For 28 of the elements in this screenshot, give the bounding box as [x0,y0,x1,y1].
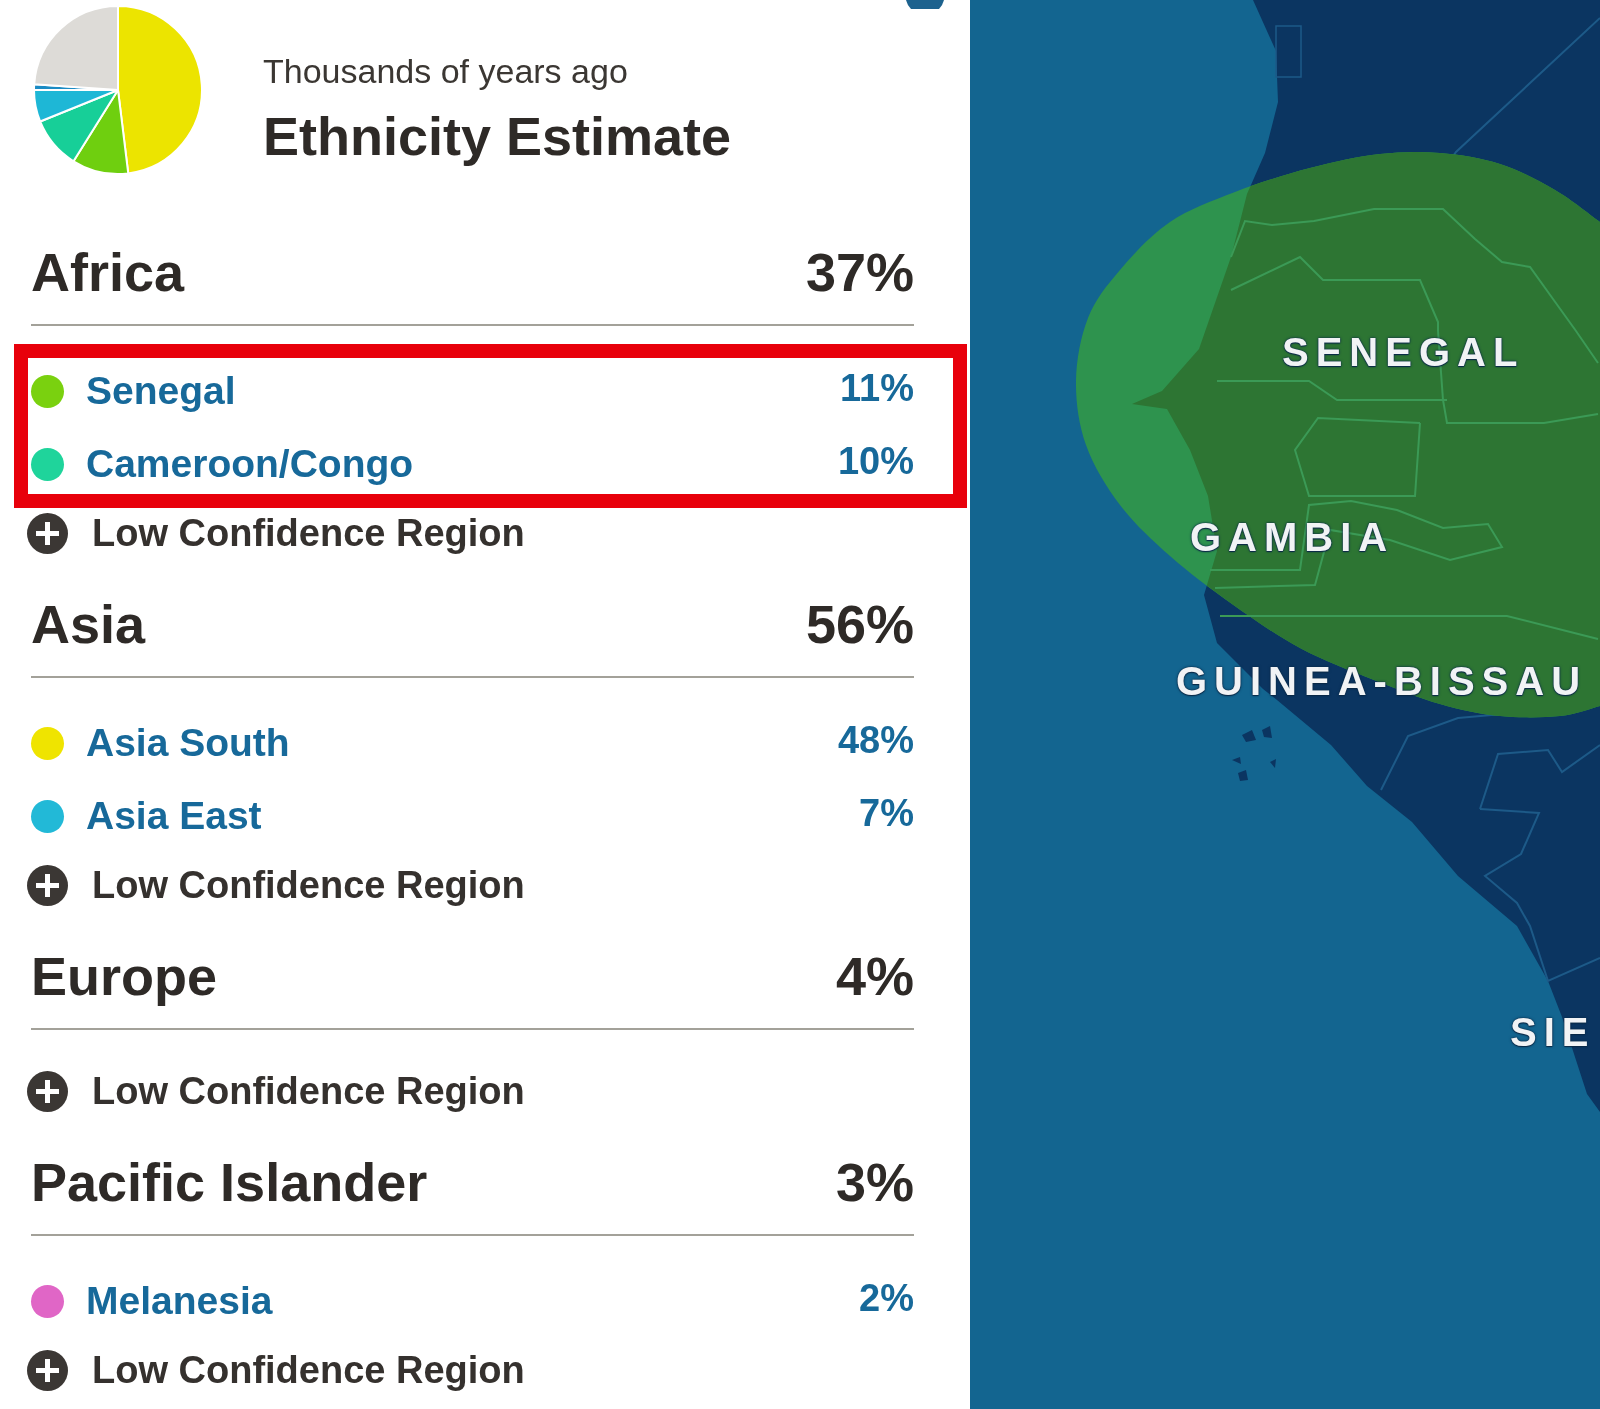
continent-name: Asia [31,593,146,656]
low-confidence-button[interactable]: Low Confidence Region [27,1065,525,1117]
map-label: SENEGAL [1282,332,1525,372]
region-link[interactable]: Cameroon/Congo [86,440,414,488]
region-link[interactable]: Asia East [86,792,262,840]
region-link[interactable]: Melanesia [86,1277,273,1325]
low-confidence-button[interactable]: Low Confidence Region [27,859,525,911]
continent-percent: 4% [835,945,914,1008]
region-percent: 2% [859,1276,914,1321]
region-percent: 7% [859,791,914,836]
region-percent: 11% [840,366,914,411]
continent-percent: 56% [805,593,914,656]
continent-percent: 37% [805,241,914,304]
low-confidence-button[interactable]: Low Confidence Region [27,1344,525,1396]
continent-name: Africa [31,241,185,304]
subtitle-text: Thousands of years ago [263,51,628,91]
continent-percent: 3% [835,1151,914,1214]
low-confidence-button[interactable]: Low Confidence Region [27,507,525,559]
region-percent: 48% [837,718,914,763]
map-label: GAMBIA [1190,517,1395,557]
region-percent: 10% [837,439,914,484]
map-label: GUINEA-BISSAU [1176,661,1588,701]
region-link[interactable]: Asia South [86,719,290,767]
page-title: Ethnicity Estimate [263,106,732,166]
map-label: SIE [1510,1012,1596,1052]
continent-name: Europe [31,945,218,1008]
region-link[interactable]: Senegal [86,367,236,415]
continent-name: Pacific Islander [31,1151,428,1214]
